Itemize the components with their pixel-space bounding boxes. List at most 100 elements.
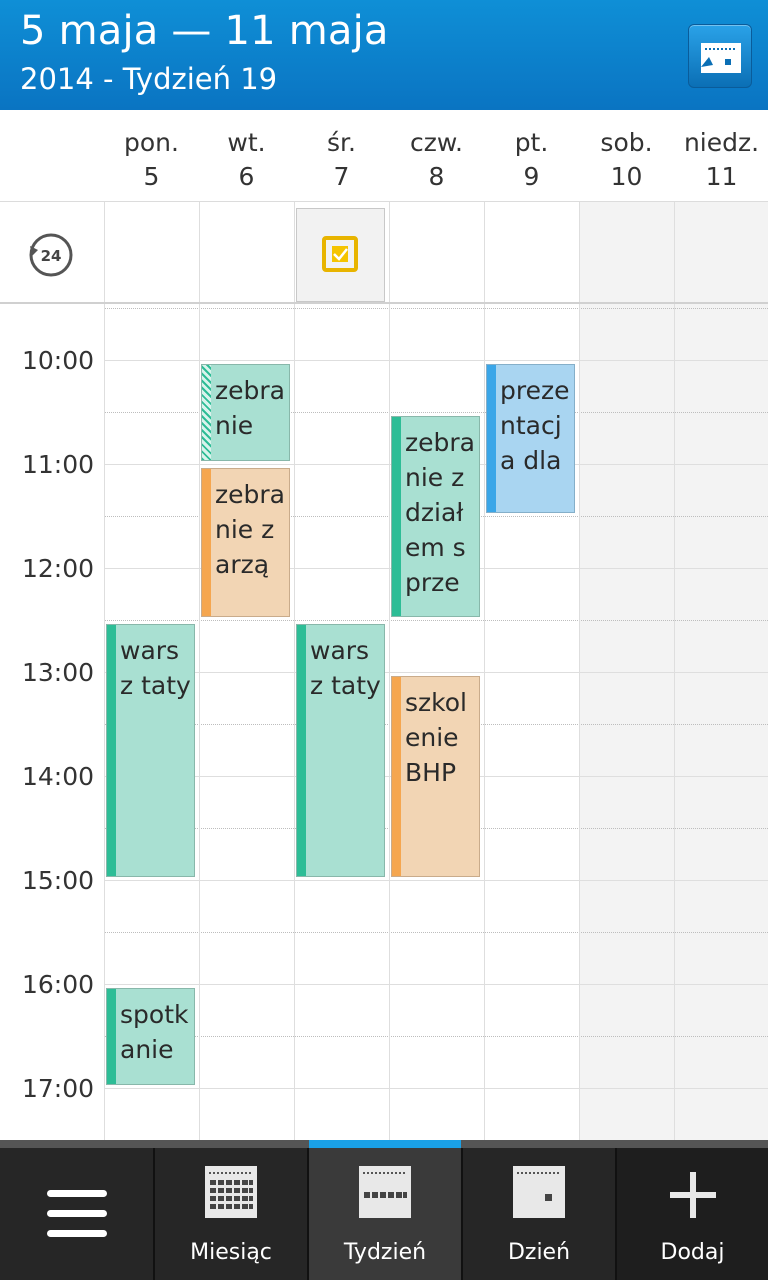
day-name: wt. (227, 128, 266, 157)
tab-month[interactable]: Miesiąc (155, 1148, 307, 1280)
day-view-icon (513, 1166, 565, 1218)
tab-label: Miesiąc (190, 1240, 272, 1265)
tab-label: Dzień (507, 1240, 571, 1265)
column-divider (389, 304, 390, 1140)
all-day-task[interactable] (296, 208, 385, 302)
day-name: pon. (124, 128, 179, 157)
column-divider (484, 202, 485, 302)
event-szkolenie-bhp[interactable]: szkol enie BHP (391, 676, 480, 877)
column-divider (294, 304, 295, 1140)
hour-line (104, 360, 768, 361)
event-spotkanie[interactable]: spotk anie (106, 988, 195, 1085)
day-header-fri[interactable]: pt. 9 (484, 126, 579, 194)
event-zebranie-tue[interactable]: zebra nie (201, 364, 290, 461)
event-prezentacja[interactable]: preze ntacj a dla (486, 364, 575, 513)
day-header-tue[interactable]: wt. 6 (199, 126, 294, 194)
column-divider (199, 202, 200, 302)
month-view-icon (205, 1166, 257, 1218)
event-title: szkol enie BHP (405, 688, 467, 787)
half-hour-line (104, 620, 768, 621)
event-color-bar (202, 365, 211, 460)
event-title: spotk anie (120, 1000, 189, 1064)
calendar-today-icon (701, 43, 741, 73)
hour-label: 13:00 (21, 658, 94, 687)
event-title: preze ntacj a dla (500, 376, 570, 475)
day-header-row: pon. 5 wt. 6 śr. 7 czw. 8 pt. 9 sob. 10 niedz.… (0, 110, 768, 202)
day-number: 9 (523, 162, 540, 191)
day-header-sat[interactable]: sob. 10 (579, 126, 674, 194)
day-header-mon[interactable]: pon. 5 (104, 126, 199, 194)
add-event-button[interactable]: Dodaj (617, 1148, 768, 1280)
svg-text:24: 24 (41, 247, 62, 265)
column-divider (199, 304, 200, 1140)
event-title: zebra nie (215, 376, 285, 440)
hour-label: 16:00 (21, 970, 94, 999)
day-header-sun[interactable]: niedz. 11 (674, 126, 768, 194)
week-range-title: 5 maja — 11 maja (20, 8, 389, 54)
day-header-thu[interactable]: czw. 8 (389, 126, 484, 194)
half-hour-line (104, 308, 768, 309)
day-name: czw. (410, 128, 463, 157)
hour-line (104, 984, 768, 985)
column-divider (104, 304, 105, 1140)
event-zebranie-zarzadu[interactable]: zebra nie zarzą (201, 468, 290, 617)
event-color-bar (297, 625, 306, 876)
24-hour-icon[interactable]: 24 (24, 230, 78, 280)
column-divider (294, 202, 295, 302)
all-day-row: 24 (0, 202, 768, 304)
column-divider (579, 304, 580, 1140)
day-number: 7 (333, 162, 350, 191)
tab-day[interactable]: Dzień (463, 1148, 615, 1280)
menu-button[interactable] (0, 1148, 154, 1280)
day-name: śr. (327, 128, 356, 157)
event-color-bar (392, 677, 401, 876)
hour-label: 17:00 (21, 1074, 94, 1103)
today-button[interactable] (688, 24, 752, 88)
column-divider (484, 304, 485, 1140)
day-name: niedz. (683, 128, 760, 157)
plus-icon (669, 1172, 716, 1218)
event-title: warsz taty (310, 636, 381, 700)
day-number: 10 (610, 162, 643, 191)
tab-label: Dodaj (660, 1240, 725, 1265)
half-hour-line (104, 932, 768, 933)
event-warsztaty-wed[interactable]: warsz taty (296, 624, 385, 877)
hour-line (104, 1088, 768, 1089)
column-divider (674, 304, 675, 1140)
event-color-bar (107, 625, 116, 876)
hour-label: 14:00 (21, 762, 94, 791)
day-number: 8 (428, 162, 445, 191)
day-number: 5 (143, 162, 160, 191)
day-header-wed[interactable]: śr. 7 (294, 126, 389, 194)
day-name: pt. (514, 128, 549, 157)
week-view-icon (359, 1166, 411, 1218)
week-subtitle: 2014 - Tydzień 19 (20, 62, 278, 96)
hour-label: 12:00 (21, 554, 94, 583)
day-number: 6 (238, 162, 255, 191)
week-grid[interactable]: 10:00 11:00 12:00 13:00 14:00 15:00 16:0… (0, 304, 768, 1140)
task-checkbox-icon (322, 236, 358, 272)
bottom-action-bar: Miesiąc Tydzień Dzień Dodaj (0, 1140, 768, 1280)
hour-label: 10:00 (21, 346, 94, 375)
hamburger-menu-icon (47, 1190, 107, 1237)
event-title: warsz taty (120, 636, 191, 700)
column-divider (389, 202, 390, 302)
event-color-bar (202, 469, 211, 616)
half-hour-line (104, 1036, 768, 1037)
event-title: zebra nie zarzą (215, 480, 285, 579)
hour-line (104, 672, 768, 673)
column-divider (104, 202, 105, 302)
event-warsztaty-mon[interactable]: warsz taty (106, 624, 195, 877)
column-divider (579, 202, 580, 302)
header: 5 maja — 11 maja 2014 - Tydzień 19 (0, 0, 768, 110)
column-divider (674, 202, 675, 302)
event-zebranie-dzial[interactable]: zebra nie z dział em sprze (391, 416, 480, 617)
event-color-bar (487, 365, 496, 512)
event-color-bar (392, 417, 401, 616)
hour-label: 11:00 (21, 450, 94, 479)
hour-line (104, 880, 768, 881)
day-name: sob. (600, 128, 653, 157)
event-color-bar (107, 989, 116, 1084)
tab-week[interactable]: Tydzień (309, 1140, 461, 1280)
hour-label: 15:00 (21, 866, 94, 895)
